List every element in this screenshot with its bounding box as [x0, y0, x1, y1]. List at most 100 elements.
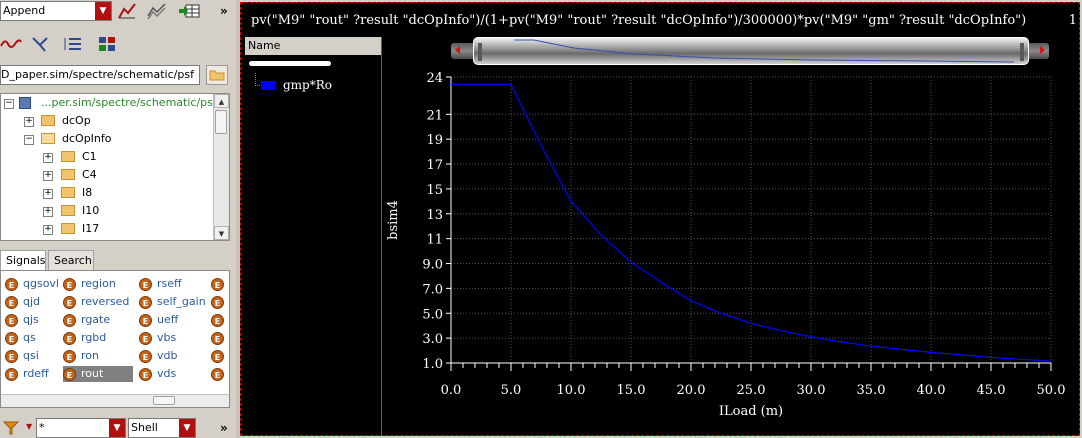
signal-type-icon: E	[211, 349, 224, 363]
zoom-handle[interactable]	[473, 37, 1029, 65]
chevron-down-icon[interactable]: ▼	[179, 419, 195, 437]
signal-label: region	[81, 277, 116, 290]
legend-scroll-indicator[interactable]	[249, 61, 331, 66]
signal-label: self_gain	[157, 295, 206, 308]
grid-view-icon[interactable]	[96, 34, 118, 54]
x-tick-label: 40.0	[917, 383, 946, 398]
signal-ueff[interactable]: Eueff	[139, 312, 178, 328]
signal-label: vdb	[157, 349, 178, 362]
graph-expression-suffix: 1	[1068, 13, 1077, 28]
chevron-down-icon[interactable]: ▼	[26, 422, 32, 431]
signal-type-icon: E	[63, 295, 76, 309]
y-tick-label: 15	[426, 183, 443, 198]
signal-vdb[interactable]: Evdb	[139, 348, 177, 364]
signal-qsi[interactable]: Eqsi	[5, 348, 39, 364]
plot-chart-icon[interactable]	[116, 1, 138, 21]
x-tick-label: 50.0	[1037, 383, 1066, 398]
signal-rout[interactable]: Erout	[63, 366, 133, 382]
signal-type-icon: E	[5, 277, 18, 291]
signals-list[interactable]: Eqgsovl Eqjd Eqjs Eqs Eqsi Erdeff Eregion Ereve…	[0, 270, 230, 408]
tab-search[interactable]: Search	[48, 250, 94, 270]
signal-rgbd[interactable]: Ergbd	[63, 330, 106, 346]
signal-overflow[interactable]: E	[211, 348, 229, 364]
expand-icon[interactable]: +	[43, 207, 53, 217]
signal-overflow[interactable]: E	[211, 294, 229, 310]
expand-icon[interactable]: +	[43, 171, 53, 181]
collapse-icon[interactable]: −	[4, 99, 14, 109]
wave-icon[interactable]	[0, 34, 22, 54]
legend-item[interactable]: gmp*Ro	[261, 77, 332, 93]
collapse-icon[interactable]: −	[24, 135, 34, 145]
tree-scrollbar[interactable]: ▲ ▼	[213, 94, 229, 240]
y-tick-label: 11	[426, 233, 443, 248]
toolbar-overflow-button[interactable]: »	[220, 4, 228, 18]
name-column-header[interactable]: Name	[245, 37, 381, 55]
graph-window[interactable]: pv("M9" "rout" ?result "dcOpInfo")/(1+pv…	[240, 2, 1080, 436]
signal-vbs[interactable]: Evbs	[139, 330, 176, 346]
open-folder-button[interactable]	[206, 65, 228, 85]
mode-combo[interactable]: Append ▼	[0, 1, 112, 21]
chevron-down-icon[interactable]: ▼	[109, 419, 125, 437]
scroll-down-icon[interactable]: ▼	[214, 226, 229, 240]
signal-label: qgsovl	[23, 277, 59, 290]
zoom-bar[interactable]	[451, 37, 1049, 65]
expand-icon[interactable]: +	[24, 117, 34, 127]
expand-icon[interactable]: +	[43, 225, 53, 235]
signal-label: reversed	[81, 295, 130, 308]
expand-icon[interactable]: +	[43, 189, 53, 199]
signal-ron[interactable]: Eron	[63, 348, 99, 364]
zoom-right-arrow-icon[interactable]	[1040, 46, 1045, 54]
signal-qjd[interactable]: Eqjd	[5, 294, 40, 310]
signal-rgate[interactable]: Ergate	[63, 312, 110, 328]
filter-icon[interactable]	[0, 418, 22, 438]
signal-overflow[interactable]: E	[211, 330, 229, 346]
bus-chart-icon[interactable]	[146, 1, 168, 21]
branch-icon[interactable]	[30, 34, 52, 54]
folder-icon	[61, 151, 75, 162]
chevron-down-icon[interactable]: ▼	[95, 2, 111, 20]
signal-overflow[interactable]: E	[211, 366, 229, 382]
signal-label: qs	[23, 331, 36, 344]
signal-qjs[interactable]: Eqjs	[5, 312, 39, 328]
signal-type-icon: E	[211, 313, 224, 327]
signal-region[interactable]: Eregion	[63, 276, 116, 292]
y-tick-label: 17	[426, 158, 443, 173]
expand-icon[interactable]: +	[43, 153, 53, 163]
signal-rdeff[interactable]: Erdeff	[5, 366, 49, 382]
signal-qs[interactable]: Eqs	[5, 330, 36, 346]
signal-overflow[interactable]: E	[211, 276, 229, 292]
signal-type-icon: E	[211, 331, 224, 345]
signal-type-icon: E	[63, 349, 76, 363]
folder-icon	[61, 223, 75, 234]
signal-self-gain[interactable]: Eself_gain	[139, 294, 206, 310]
shell-combo[interactable]: Shell ▼	[128, 418, 196, 438]
list-view-icon[interactable]	[62, 34, 84, 54]
signal-type-icon: E	[211, 367, 224, 381]
scroll-thumb[interactable]	[215, 110, 227, 134]
send-to-table-icon[interactable]	[178, 1, 200, 21]
signals-scrollbar[interactable]	[1, 394, 229, 407]
plot-area[interactable]: 1.0 3.0 5.0 7.0 9.0 11 13 15 17 19 21 24 0.0 5.0 10.0 1…	[381, 63, 1077, 435]
y-tick-label: 3.0	[422, 332, 443, 347]
signal-type-icon: E	[63, 331, 76, 345]
x-tick-label: 35.0	[857, 383, 886, 398]
zoom-left-arrow-icon[interactable]	[455, 46, 460, 54]
y-tick-label: 21	[426, 108, 443, 123]
signal-label: rgbd	[81, 331, 107, 344]
signal-qgsovl[interactable]: Eqgsovl	[5, 276, 59, 292]
signal-label: qsi	[23, 349, 39, 362]
filter-combo[interactable]: * ▼	[36, 418, 126, 438]
signal-reversed[interactable]: Ereversed	[63, 294, 129, 310]
tab-signals[interactable]: Signals	[0, 250, 46, 270]
path-combo[interactable]: D_paper.sim/spectre/schematic/psf	[0, 65, 200, 85]
results-tree[interactable]: − ...per.sim/spectre/schematic/psf + dcO…	[0, 93, 230, 241]
signal-label: ron	[81, 349, 99, 362]
signal-overflow[interactable]: E	[211, 312, 229, 328]
scroll-thumb[interactable]	[153, 396, 175, 405]
y-tick-label: 7.0	[422, 282, 443, 297]
path-combo-value: D_paper.sim/spectre/schematic/psf	[1, 68, 194, 81]
signal-vds[interactable]: Evds	[139, 366, 176, 382]
scroll-up-icon[interactable]: ▲	[214, 94, 229, 108]
signal-rseff[interactable]: Erseff	[139, 276, 182, 292]
bottom-overflow-button[interactable]: »	[220, 421, 228, 435]
